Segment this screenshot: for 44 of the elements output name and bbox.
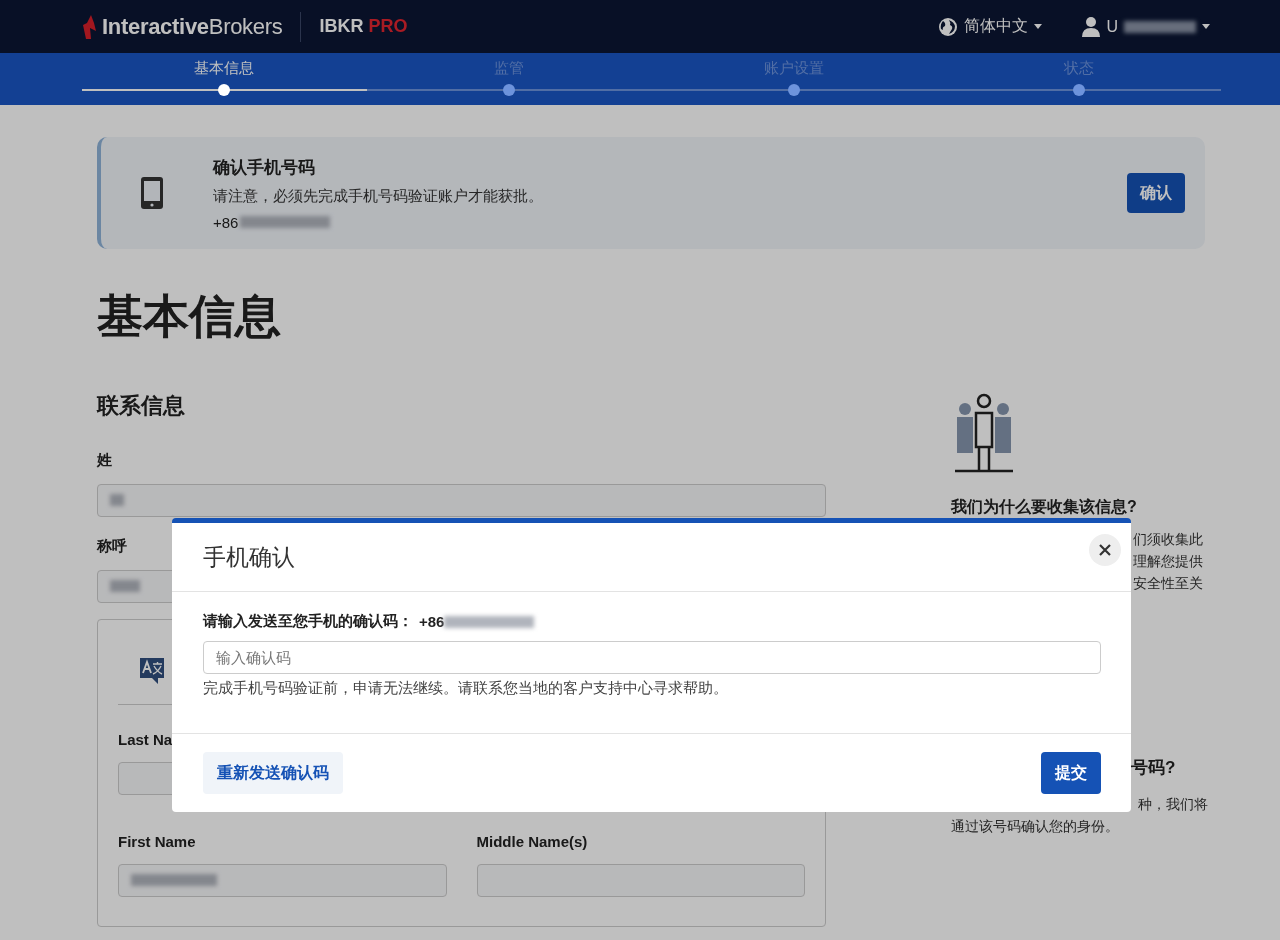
step-tab[interactable]: 基本信息 <box>82 53 367 81</box>
field-label: Middle Name(s) <box>476 832 589 850</box>
aside-text: 们须收集此 <box>1133 529 1204 549</box>
input-field[interactable] <box>97 483 826 517</box>
close-icon <box>1099 544 1111 556</box>
submit-button[interactable]: 提交 <box>1041 752 1101 794</box>
input-field[interactable] <box>476 863 805 897</box>
page-title: 基本信息 <box>97 291 282 342</box>
modal-title: 手机确认 <box>203 542 295 572</box>
field-label: 称呼 <box>97 536 128 556</box>
aside-text: 通过该号码确认您的身份。 <box>951 816 1120 836</box>
product-name: IBKR PRO <box>319 16 408 37</box>
globe-icon <box>938 16 959 37</box>
aside-text: 安全性至关 <box>1133 573 1204 593</box>
phone-icon <box>141 177 163 209</box>
field-label: First Name <box>118 832 197 850</box>
field-label: 姓 <box>97 450 113 470</box>
user-menu[interactable]: U <box>1082 16 1210 37</box>
alert-text: 请注意，必须先完成手机号码验证账户才能获批。 <box>213 186 544 206</box>
close-button[interactable] <box>1089 534 1121 566</box>
caret-icon <box>1202 24 1210 29</box>
code-input[interactable]: 输入确认码 <box>203 641 1101 674</box>
brand-name: InteractiveBrokers <box>102 13 283 40</box>
logo-icon <box>82 14 98 39</box>
field-label: Last Na <box>118 730 174 748</box>
user-icon <box>1082 16 1101 37</box>
aside-heading: 我们为什么要收集该信息? <box>951 496 1138 517</box>
alert-title: 确认手机号码 <box>213 156 316 179</box>
translate-icon <box>138 655 166 686</box>
phone-number: +86 <box>419 613 445 630</box>
redacted-mark <box>110 580 140 593</box>
redacted-mark <box>1124 20 1196 33</box>
confirm-button[interactable]: 确认 <box>1127 173 1185 213</box>
input-field[interactable] <box>118 863 447 897</box>
aside-text: 理解您提供 <box>1133 551 1204 571</box>
redacted-mark <box>110 494 124 507</box>
section-title: 联系信息 <box>97 391 186 420</box>
language-menu[interactable]: 简体中文 <box>938 16 1043 37</box>
help-text: 完成手机号码验证前，申请无法继续。请联系您当地的客户支持中心寻求帮助。 <box>203 679 729 698</box>
code-label: 请输入发送至您手机的确认码： <box>203 612 413 631</box>
aside-heading: 号码? <box>1131 756 1177 779</box>
caret-icon <box>1034 24 1043 29</box>
resend-button[interactable]: 重新发送确认码 <box>203 752 343 794</box>
phone-number: +86 <box>213 213 239 231</box>
